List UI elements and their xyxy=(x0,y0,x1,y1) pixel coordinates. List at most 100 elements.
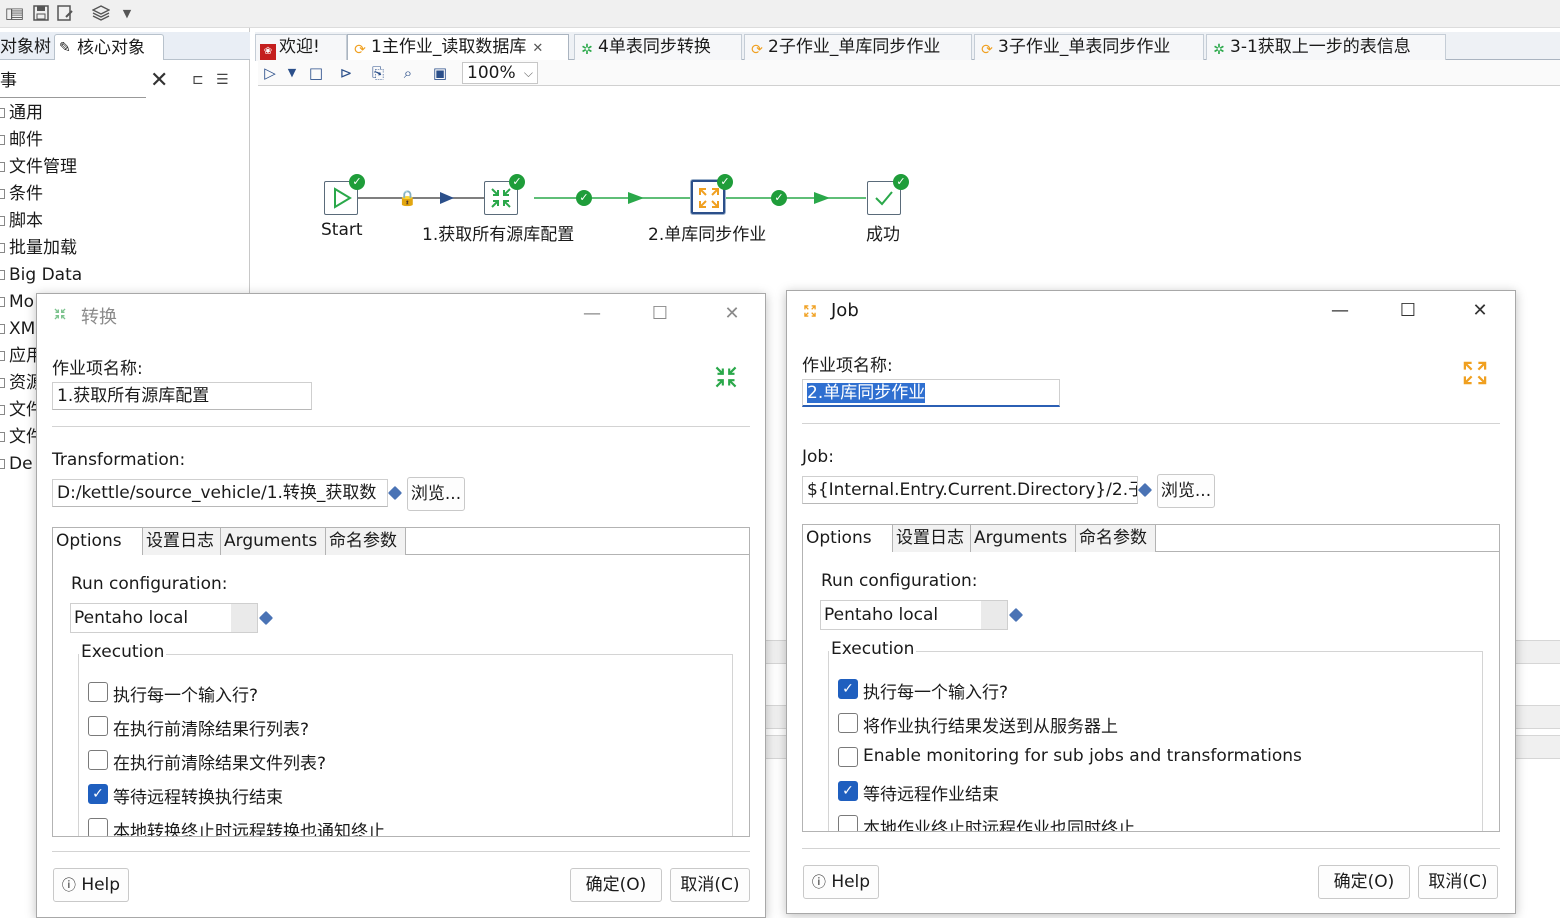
tab-named-parameters[interactable]: 命名参数 xyxy=(326,528,406,555)
expand-tree-icon[interactable]: ☰ xyxy=(216,72,229,88)
job-path-input[interactable]: ${Internal.Entry.Current.Directory}/2.子 xyxy=(802,476,1138,504)
checkbox-label: Enable monitoring for sub jobs and trans… xyxy=(863,746,1302,766)
cancel-button[interactable]: 取消(C) xyxy=(670,868,750,902)
wait-remote-checkbox[interactable]: ✓ xyxy=(838,781,858,801)
dialog-titlebar[interactable]: Job — ☐ ✕ xyxy=(787,291,1515,331)
run-configuration-label: Run configuration: xyxy=(821,571,978,591)
clear-result-rows-checkbox[interactable] xyxy=(88,716,108,736)
page-icon[interactable]: ▤ xyxy=(8,4,26,22)
maximize-button[interactable]: ☐ xyxy=(1393,297,1423,325)
execution-label: Execution xyxy=(79,642,167,662)
tab-main-job[interactable]: ⟳ 1主作业_读取数据库 ✕ xyxy=(347,34,569,61)
enable-monitoring-checkbox[interactable] xyxy=(838,747,858,767)
dropdown-button[interactable] xyxy=(231,604,257,632)
transformation-icon xyxy=(709,360,743,399)
maximize-button[interactable]: ☐ xyxy=(645,300,675,328)
tab-sub-job-3[interactable]: ⟳ 3子作业_单表同步作业 xyxy=(974,34,1204,61)
ok-button[interactable]: 确定(O) xyxy=(570,868,662,902)
tree-item-big-data[interactable]: Big Data xyxy=(0,262,82,288)
tab-transform-3-1[interactable]: ✲ 3-1获取上一步的表信息 xyxy=(1206,34,1446,61)
cancel-button[interactable]: 取消(C) xyxy=(1418,865,1498,899)
help-button[interactable]: ⓘ Help xyxy=(803,865,879,899)
zoom-select[interactable]: 100% ⌵ xyxy=(462,62,538,84)
tab-arguments[interactable]: Arguments xyxy=(971,525,1076,552)
follow-abort-checkbox[interactable] xyxy=(88,818,108,836)
steps-search-input[interactable]: 事 xyxy=(0,66,146,98)
save-as-icon[interactable] xyxy=(56,4,74,22)
tree-item-modeling[interactable]: Mo xyxy=(0,289,34,315)
job-icon: ⟳ xyxy=(981,42,993,58)
dropdown-icon[interactable]: ▼ xyxy=(118,4,136,22)
tree-item-file-management[interactable]: 文件管理 xyxy=(0,154,77,180)
clear-search-icon[interactable]: ✕ xyxy=(150,68,168,93)
tab-single-table-transform[interactable]: ✲ 4单表同步转换 xyxy=(574,34,742,61)
tab-core-objects[interactable]: ✎ 核心对象 xyxy=(54,34,164,60)
tree-item-mail[interactable]: 邮件 xyxy=(0,127,43,153)
entry-name-input[interactable]: 2.单库同步作业 xyxy=(802,379,1060,407)
tab-object-tree[interactable]: 对象树 xyxy=(0,34,57,60)
tab-named-parameters[interactable]: 命名参数 xyxy=(1076,525,1156,552)
entry-name-label: 作业项名称: xyxy=(802,356,893,376)
ok-icon: ✓ xyxy=(893,174,909,190)
explore-db-icon[interactable]: ▣ xyxy=(430,63,450,83)
tab-logging[interactable]: 设置日志 xyxy=(893,525,971,552)
transformation-icon: ✲ xyxy=(1213,42,1225,58)
tab-welcome[interactable]: ❀ 欢迎! xyxy=(255,34,347,61)
replay-icon[interactable]: ⊳ xyxy=(336,63,356,83)
dropdown-button[interactable] xyxy=(981,601,1007,629)
save-icon[interactable] xyxy=(32,4,50,22)
tab-options[interactable]: Options xyxy=(803,525,893,552)
chevron-down-icon: ⌵ xyxy=(523,66,533,80)
check-icon[interactable]: ⎘ xyxy=(368,63,388,83)
tree-item-general[interactable]: 通用 xyxy=(0,100,43,126)
browse-button[interactable]: 浏览... xyxy=(1157,474,1215,508)
layers-icon[interactable] xyxy=(92,4,110,22)
browse-button[interactable]: 浏览... xyxy=(407,477,465,511)
tab-options[interactable]: Options xyxy=(53,528,143,555)
node-label: 2.单库同步作业 xyxy=(648,225,767,245)
help-button[interactable]: ⓘ Help xyxy=(53,868,129,902)
tab-sub-job-2[interactable]: ⟳ 2子作业_单库同步作业 xyxy=(744,34,972,61)
close-button[interactable]: ✕ xyxy=(717,300,747,328)
exec-each-row-checkbox[interactable] xyxy=(88,682,108,702)
transformation-icon xyxy=(51,305,69,323)
variable-icon xyxy=(1137,482,1153,498)
wait-remote-checkbox[interactable]: ✓ xyxy=(88,784,108,804)
tab-logging[interactable]: 设置日志 xyxy=(143,528,221,555)
transformation-icon: ✲ xyxy=(581,42,593,58)
tab-arguments[interactable]: Arguments xyxy=(221,528,326,555)
execution-label: Execution xyxy=(829,639,917,659)
entry-name-label: 作业项名称: xyxy=(52,359,143,379)
tree-item-deprecated[interactable]: De xyxy=(0,451,33,477)
minimize-button[interactable]: — xyxy=(1325,297,1355,325)
run-icon[interactable]: ▷ xyxy=(260,63,280,83)
send-to-slave-checkbox[interactable] xyxy=(838,713,858,733)
transformation-path-input[interactable]: D:/kettle/source_vehicle/1.转换_获取数 xyxy=(52,479,388,507)
run-configuration-label: Run configuration: xyxy=(71,574,228,594)
clear-result-files-checkbox[interactable] xyxy=(88,750,108,770)
follow-abort-checkbox[interactable] xyxy=(838,815,858,831)
sql-icon[interactable]: ⌕ xyxy=(398,63,418,83)
close-tab-icon[interactable]: ✕ xyxy=(532,41,543,56)
minimize-button[interactable]: — xyxy=(577,300,607,328)
tree-item-xml[interactable]: XM xyxy=(0,316,35,342)
dialog-titlebar[interactable]: 转换 — ☐ ✕ xyxy=(37,294,765,334)
run-options-icon[interactable]: ▼ xyxy=(282,63,302,83)
tree-item-conditions[interactable]: 条件 xyxy=(0,181,43,207)
divider xyxy=(802,848,1500,849)
run-configuration-select[interactable]: Pentaho local xyxy=(820,600,1008,630)
run-configuration-select[interactable]: Pentaho local xyxy=(70,603,258,633)
close-button[interactable]: ✕ xyxy=(1465,297,1495,325)
ok-icon: ✓ xyxy=(717,174,733,190)
ok-button[interactable]: 确定(O) xyxy=(1318,865,1410,899)
stop-icon[interactable]: □ xyxy=(306,63,326,83)
exec-each-row-checkbox[interactable]: ✓ xyxy=(838,679,858,699)
pencil-icon: ✎ xyxy=(59,40,71,56)
entry-name-input[interactable]: 1.获取所有源库配置 xyxy=(52,382,312,410)
job-icon xyxy=(801,302,819,320)
node-label: 1.获取所有源库配置 xyxy=(422,225,575,245)
collapse-tree-icon[interactable]: ⊏ xyxy=(192,72,204,88)
tree-item-bulk-loading[interactable]: 批量加载 xyxy=(0,235,77,261)
transformation-path-label: Transformation: xyxy=(52,450,186,470)
tree-item-scripting[interactable]: 脚本 xyxy=(0,208,43,234)
